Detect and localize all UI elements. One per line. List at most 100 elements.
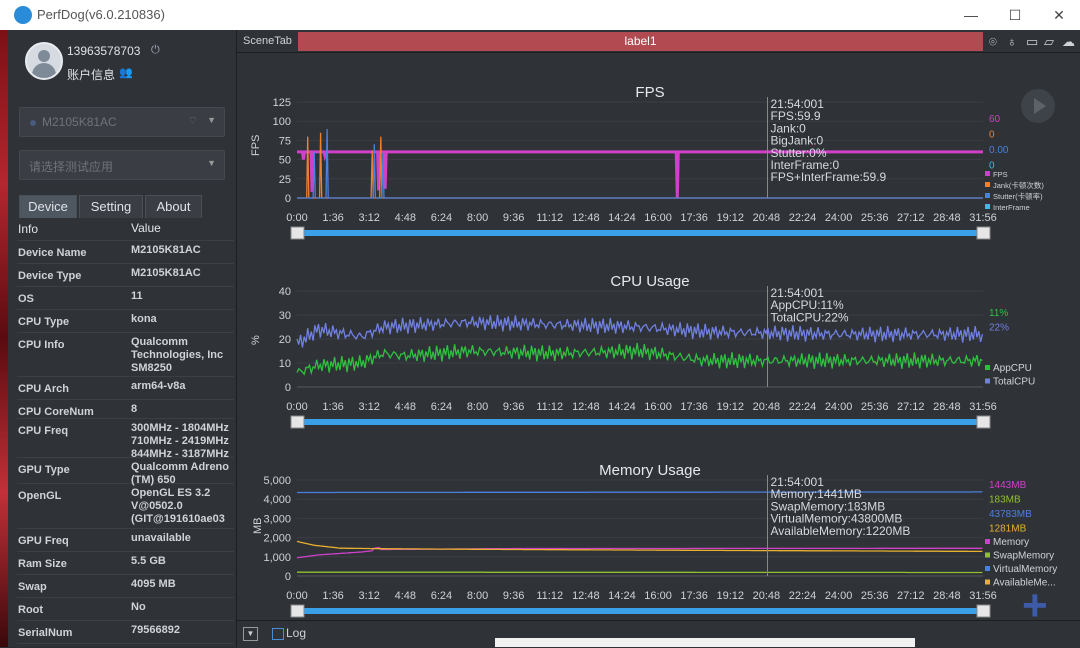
x-tick-label: 20:48: [753, 401, 781, 413]
legend-label: InterFrame: [993, 203, 1030, 212]
power-icon[interactable]: ⏻: [151, 44, 160, 57]
log-checkbox[interactable]: [272, 628, 284, 640]
pin-icon[interactable]: ♁: [1007, 34, 1017, 49]
x-tick-label: 14:24: [608, 212, 636, 224]
y-tick-label: 0: [285, 571, 291, 583]
legend-label: TotalCPU: [993, 377, 1035, 388]
slider-handle-left[interactable]: [291, 416, 304, 428]
folder-open-icon[interactable]: ▱: [1044, 34, 1054, 50]
legend-swatch: [985, 553, 990, 558]
header-info: Info: [18, 222, 38, 236]
users-icon: 👥: [119, 66, 133, 79]
legend-swatch: [985, 566, 990, 571]
current-value: 0: [989, 130, 995, 141]
scene-label-tab[interactable]: label1: [298, 32, 983, 51]
wifi-icon: ⌔: [188, 114, 198, 128]
tab-about[interactable]: About: [145, 195, 202, 218]
table-row: CPU InfoQualcomm Technologies, Inc SM825…: [17, 332, 234, 377]
x-tick-label: 6:24: [431, 212, 452, 224]
y-tick-label: 50: [279, 155, 291, 167]
table-row-key: OpenGL: [18, 490, 61, 502]
window-title: PerfDog(v6.0.210836): [37, 7, 165, 22]
table-row-value: No: [131, 601, 235, 614]
x-tick-label: 24:00: [825, 401, 853, 413]
location-icon[interactable]: ⌾: [989, 34, 997, 50]
current-value: 11%: [989, 308, 1008, 319]
table-row-value: OpenGL ES 3.2 V@0502.0 (GIT@191610ae03: [131, 487, 235, 526]
slider-handle-left[interactable]: [291, 227, 304, 239]
minimize-button[interactable]: —: [958, 4, 984, 26]
expand-dropdown-button[interactable]: ▼: [243, 627, 258, 641]
y-tick-label: 1,000: [263, 552, 291, 564]
series-line: [297, 343, 982, 374]
x-tick-label: 11:12: [536, 401, 563, 413]
folder-icon[interactable]: ▭: [1026, 34, 1038, 50]
device-select-value: M2105K81AC: [42, 115, 117, 129]
x-tick-label: 20:48: [753, 590, 781, 602]
play-button[interactable]: [1021, 89, 1055, 123]
table-row: CPU Typekona: [17, 309, 234, 333]
table-row-value: 8: [131, 403, 235, 416]
tooltip-line: TotalCPU:22%: [771, 310, 849, 324]
maximize-button[interactable]: ☐: [1002, 4, 1028, 26]
y-tick-label: 4,000: [263, 494, 291, 506]
table-row-value: kona: [131, 313, 235, 326]
table-row-key: CPU Info: [18, 339, 64, 351]
x-tick-label: 8:00: [467, 212, 488, 224]
x-tick-label: 22:24: [789, 212, 817, 224]
avatar[interactable]: [25, 42, 63, 80]
table-row: OS11: [17, 286, 234, 310]
table-row-value: unavailable: [131, 532, 235, 545]
account-info-link[interactable]: 账户信息: [67, 66, 115, 83]
app-select[interactable]: 请选择测试应用 ▼: [19, 150, 225, 180]
series-line: [297, 315, 982, 348]
legend-swatch: [985, 171, 990, 176]
x-tick-label: 0:00: [286, 212, 307, 224]
legend-label: FPS: [993, 170, 1008, 179]
series-line: [297, 129, 983, 198]
table-row-key: Swap: [18, 581, 47, 593]
x-tick-label: 31:56: [969, 401, 997, 413]
current-value: 22%: [989, 323, 1009, 334]
legend-label: Stutter(卡顿率): [993, 191, 1043, 201]
x-tick-label: 3:12: [358, 590, 379, 602]
table-row: GPU Frequnavailable: [17, 528, 234, 552]
x-tick-label: 20:48: [753, 212, 781, 224]
x-tick-label: 0:00: [286, 590, 307, 602]
table-row-key: Ram Size: [18, 558, 67, 570]
legend-swatch: [985, 379, 990, 384]
x-tick-label: 28:48: [933, 212, 961, 224]
table-row-value: 79566892: [131, 624, 235, 637]
current-value: 1443MB: [989, 480, 1027, 491]
cloud-icon[interactable]: ☁: [1062, 34, 1075, 50]
x-tick-label: 6:24: [431, 590, 452, 602]
slider-handle-left[interactable]: [291, 605, 304, 617]
x-tick-label: 27:12: [897, 401, 925, 413]
slider-handle-right[interactable]: [977, 416, 990, 428]
table-row-key: GPU Type: [18, 464, 70, 476]
device-select[interactable]: M2105K81AC ⌔ ▼: [19, 107, 225, 137]
y-tick-label: 20: [279, 334, 291, 346]
tooltip-line: FPS+InterFrame:59.9: [771, 170, 887, 184]
table-row-key: CPU Arch: [18, 383, 69, 395]
table-row: Device TypeM2105K81AC: [17, 263, 234, 287]
x-tick-label: 28:48: [933, 401, 961, 413]
slider-handle-right[interactable]: [977, 605, 990, 617]
legend-label: AppCPU: [993, 363, 1032, 374]
tab-setting[interactable]: Setting: [79, 195, 143, 218]
app-select-placeholder: 请选择测试应用: [29, 158, 113, 175]
slider-handle-right[interactable]: [977, 227, 990, 239]
tab-device[interactable]: Device: [19, 195, 77, 218]
table-row: OpenGL OpenGL ES 3.2 V@0502.0 (GIT@191610…: [17, 483, 234, 529]
x-tick-label: 12:48: [572, 590, 600, 602]
title-bar: PerfDog(v6.0.210836) — ☐ ✕: [0, 0, 1080, 31]
table-row-key: OS: [18, 293, 34, 305]
x-tick-label: 9:36: [503, 212, 524, 224]
x-tick-label: 3:12: [358, 212, 379, 224]
background-strip: [0, 30, 8, 647]
scene-tab-label[interactable]: SceneTab: [243, 35, 292, 47]
x-tick-label: 6:24: [431, 401, 452, 413]
header-value: Value: [131, 222, 161, 235]
close-button[interactable]: ✕: [1046, 4, 1072, 26]
x-tick-label: 1:36: [322, 590, 343, 602]
